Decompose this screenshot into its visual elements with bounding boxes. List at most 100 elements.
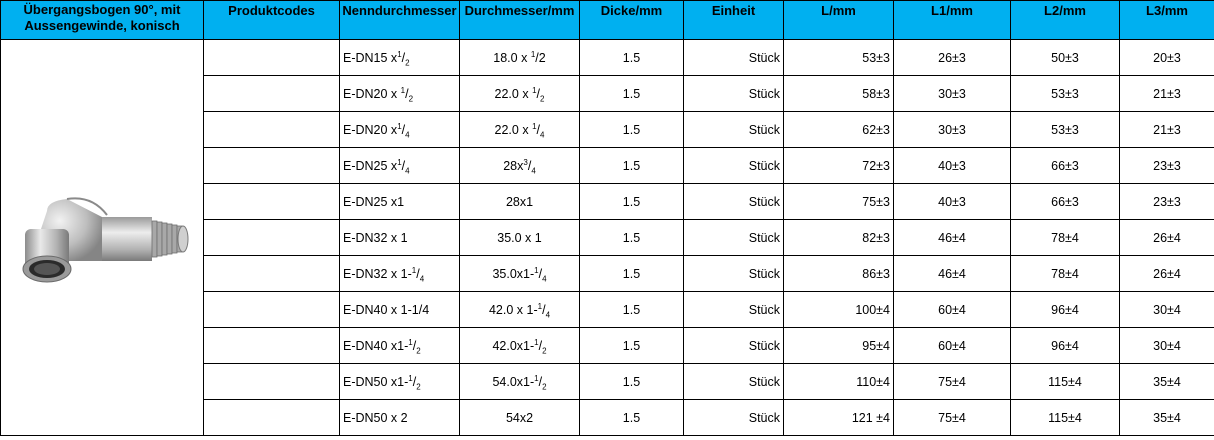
l-cell: 82±3 — [783, 219, 894, 256]
l3-cell: 23±3 — [1119, 147, 1214, 184]
header-product-title: Übergangsbogen 90°, mit Aussengewinde, k… — [0, 0, 204, 40]
header-l1: L1/mm — [893, 0, 1011, 40]
einheit-cell: Stück — [683, 363, 784, 400]
l-cell: 121 ±4 — [783, 399, 894, 436]
einheit-cell: Stück — [683, 183, 784, 220]
einheit-cell: Stück — [683, 255, 784, 292]
l3-cell: 21±3 — [1119, 75, 1214, 112]
dicke-cell: 1.5 — [579, 183, 684, 220]
nenndurchmesser-cell: E-DN50 x1-1/2 — [339, 363, 460, 400]
l3-cell: 35±4 — [1119, 363, 1214, 400]
l3-cell: 26±4 — [1119, 219, 1214, 256]
header-l3: L3/mm — [1119, 0, 1214, 40]
dicke-cell: 1.5 — [579, 255, 684, 292]
einheit-cell: Stück — [683, 399, 784, 436]
l3-cell: 30±4 — [1119, 291, 1214, 328]
einheit-cell: Stück — [683, 327, 784, 364]
l3-cell: 30±4 — [1119, 327, 1214, 364]
table-row: E-DN15 x1/2 18.0 x 1/2 1.5 Stück 53±3 26±3 50±… — [0, 39, 1214, 436]
product-spec-table: Übergangsbogen 90°, mit Aussengewinde, k… — [0, 0, 1214, 436]
l2-cell: 115±4 — [1010, 363, 1120, 400]
l2-cell: 96±4 — [1010, 291, 1120, 328]
durchmesser-cell: 54x2 — [459, 399, 580, 436]
l3-cell: 23±3 — [1119, 183, 1214, 220]
l2-cell: 78±4 — [1010, 219, 1120, 256]
einheit-cell: Stück — [683, 75, 784, 112]
durchmesser-cell: 35.0 x 1 — [459, 219, 580, 256]
header-l: L/mm — [783, 0, 894, 40]
header-durchmesser: Durchmesser/mm — [459, 0, 580, 40]
l3-cell: 26±4 — [1119, 255, 1214, 292]
l-cell: 110±4 — [783, 363, 894, 400]
l1-cell: 60±4 — [893, 291, 1011, 328]
header-nenndurchmesser: Nenndurchmesser — [339, 0, 460, 40]
durchmesser-cell: 42.0x1-1/2 — [459, 327, 580, 364]
l-cell: 62±3 — [783, 111, 894, 148]
durchmesser-cell: 28x3/4 — [459, 147, 580, 184]
l2-cell: 50±3 — [1010, 39, 1120, 76]
produktcode-cell — [203, 111, 340, 148]
nenndurchmesser-cell: E-DN20 x 1/2 — [339, 75, 460, 112]
produktcode-cell — [203, 363, 340, 400]
durchmesser-cell: 28x1 — [459, 183, 580, 220]
durchmesser-cell: 54.0x1-1/2 — [459, 363, 580, 400]
produktcode-cell — [203, 219, 340, 256]
l1-cell: 40±3 — [893, 183, 1011, 220]
nenndurchmesser-cell: E-DN20 x1/4 — [339, 111, 460, 148]
nenndurchmesser-cell: E-DN32 x 1 — [339, 219, 460, 256]
dicke-cell: 1.5 — [579, 147, 684, 184]
einheit-cell: Stück — [683, 111, 784, 148]
l2-cell: 53±3 — [1010, 75, 1120, 112]
dicke-cell: 1.5 — [579, 291, 684, 328]
l3-cell: 35±4 — [1119, 399, 1214, 436]
header-row: Übergangsbogen 90°, mit Aussengewinde, k… — [0, 0, 1214, 40]
l3-cell: 20±3 — [1119, 39, 1214, 76]
l-cell: 58±3 — [783, 75, 894, 112]
dicke-cell: 1.5 — [579, 111, 684, 148]
l1-cell: 30±3 — [893, 75, 1011, 112]
l1-cell: 46±4 — [893, 255, 1011, 292]
l-cell: 75±3 — [783, 183, 894, 220]
produktcode-cell — [203, 399, 340, 436]
l2-cell: 78±4 — [1010, 255, 1120, 292]
l2-cell: 53±3 — [1010, 111, 1120, 148]
l2-cell: 66±3 — [1010, 183, 1120, 220]
nenndurchmesser-cell: E-DN25 x1/4 — [339, 147, 460, 184]
table-body: E-DN15 x1/2 18.0 x 1/2 1.5 Stück 53±3 26±3 50±… — [0, 39, 1214, 436]
dicke-cell: 1.5 — [579, 219, 684, 256]
l3-cell: 21±3 — [1119, 111, 1214, 148]
nenndurchmesser-cell: E-DN40 x1-1/2 — [339, 327, 460, 364]
einheit-cell: Stück — [683, 219, 784, 256]
produktcode-cell — [203, 147, 340, 184]
l2-cell: 66±3 — [1010, 147, 1120, 184]
product-image-cell — [0, 39, 204, 436]
l1-cell: 75±4 — [893, 399, 1011, 436]
header-dicke: Dicke/mm — [579, 0, 684, 40]
einheit-cell: Stück — [683, 147, 784, 184]
dicke-cell: 1.5 — [579, 75, 684, 112]
l1-cell: 26±3 — [893, 39, 1011, 76]
durchmesser-cell: 22.0 x 1/4 — [459, 111, 580, 148]
l-cell: 53±3 — [783, 39, 894, 76]
nenndurchmesser-cell: E-DN50 x 2 — [339, 399, 460, 436]
l1-cell: 46±4 — [893, 219, 1011, 256]
durchmesser-cell: 42.0 x 1-1/4 — [459, 291, 580, 328]
nenndurchmesser-cell: E-DN40 x 1-1/4 — [339, 291, 460, 328]
l1-cell: 75±4 — [893, 363, 1011, 400]
produktcode-cell — [203, 39, 340, 76]
durchmesser-cell: 22.0 x 1/2 — [459, 75, 580, 112]
einheit-cell: Stück — [683, 291, 784, 328]
elbow-fitting-image — [22, 197, 189, 283]
produktcode-cell — [203, 255, 340, 292]
produktcode-cell — [203, 75, 340, 112]
durchmesser-cell: 18.0 x 1/2 — [459, 39, 580, 76]
header-produktcodes: Produktcodes — [203, 0, 340, 40]
dicke-cell: 1.5 — [579, 39, 684, 76]
nenndurchmesser-cell: E-DN32 x 1-1/4 — [339, 255, 460, 292]
l-cell: 95±4 — [783, 327, 894, 364]
produktcode-cell — [203, 183, 340, 220]
dicke-cell: 1.5 — [579, 363, 684, 400]
l2-cell: 96±4 — [1010, 327, 1120, 364]
nenndurchmesser-cell: E-DN15 x1/2 — [339, 39, 460, 76]
nenndurchmesser-cell: E-DN25 x1 — [339, 183, 460, 220]
